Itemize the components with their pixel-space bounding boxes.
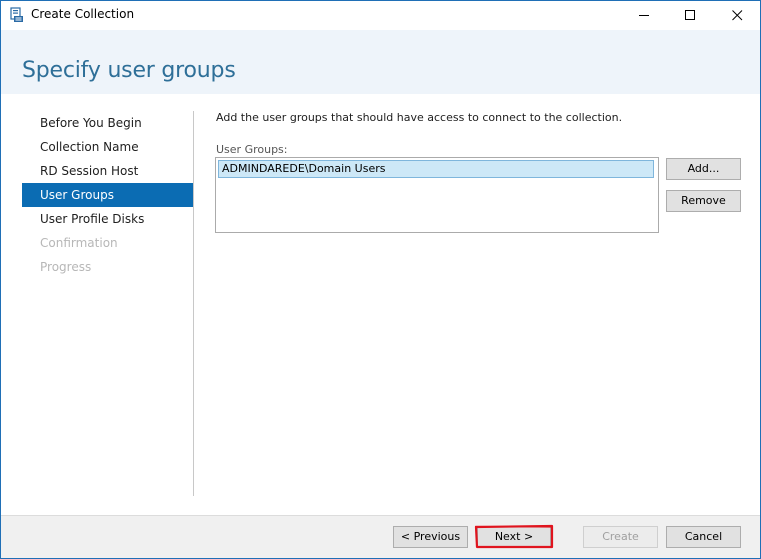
cancel-button[interactable]: Cancel bbox=[666, 526, 741, 548]
previous-button[interactable]: < Previous bbox=[393, 526, 468, 548]
nav-item-rd-session-host[interactable]: RD Session Host bbox=[22, 159, 194, 183]
add-button[interactable]: Add... bbox=[666, 158, 741, 180]
nav-item-user-groups[interactable]: User Groups bbox=[22, 183, 194, 207]
user-groups-list[interactable]: ADMINDAREDE\Domain Users bbox=[215, 157, 659, 233]
create-button: Create bbox=[583, 526, 658, 548]
window-title: Create Collection bbox=[31, 7, 135, 21]
next-button[interactable]: Next > bbox=[477, 526, 551, 548]
maximize-icon[interactable] bbox=[667, 1, 713, 30]
close-icon[interactable] bbox=[714, 1, 760, 30]
instruction-text: Add the user groups that should have acc… bbox=[216, 111, 623, 124]
user-groups-label: User Groups: bbox=[216, 143, 288, 156]
minimize-icon[interactable] bbox=[621, 1, 667, 30]
nav-item-user-profile-disks[interactable]: User Profile Disks bbox=[22, 207, 194, 231]
nav-item-progress: Progress bbox=[40, 260, 92, 274]
nav-item-confirmation: Confirmation bbox=[40, 236, 118, 250]
page-title: Specify user groups bbox=[22, 58, 236, 83]
nav-item-before-you-begin[interactable]: Before You Begin bbox=[22, 111, 194, 135]
page-header: Specify user groups bbox=[1, 30, 760, 94]
remove-button[interactable]: Remove bbox=[666, 190, 741, 212]
server-manager-icon bbox=[10, 7, 24, 23]
title-bar[interactable]: Create Collection bbox=[1, 1, 760, 30]
wizard-nav: Before You Begin Collection Name RD Sess… bbox=[22, 111, 194, 279]
nav-item-collection-name[interactable]: Collection Name bbox=[22, 135, 194, 159]
sidebar-divider bbox=[193, 111, 194, 496]
create-collection-window: Create Collection Specify user groups Be… bbox=[0, 0, 761, 559]
list-item[interactable]: ADMINDAREDE\Domain Users bbox=[218, 160, 654, 178]
